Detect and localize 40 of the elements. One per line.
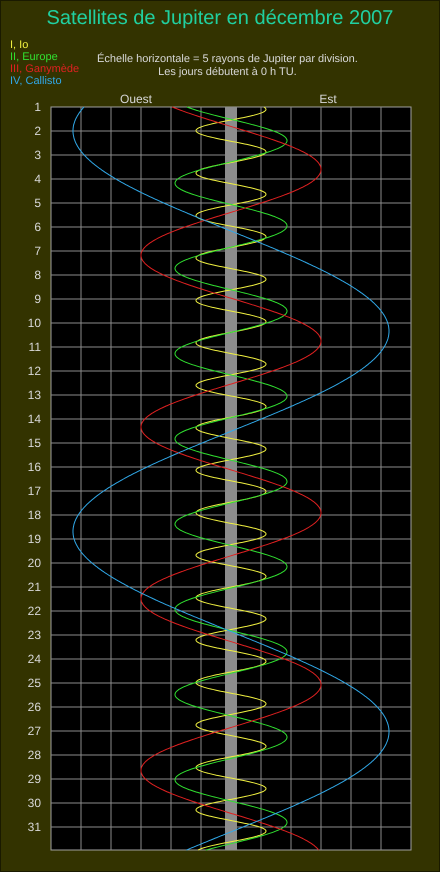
day-label: 23 (28, 628, 41, 642)
day-label: 21 (28, 580, 41, 594)
day-label: 26 (28, 700, 41, 714)
chart-title: Satellites de Jupiter en décembre 2007 (46, 6, 394, 31)
day-label: 2 (34, 124, 41, 138)
legend-item: IV, Callisto (10, 75, 63, 87)
axis-label: Ouest (120, 92, 152, 106)
legend-item: I, Io (10, 39, 30, 51)
day-label: 5 (34, 196, 41, 210)
day-label: 8 (34, 268, 41, 282)
day-label: 16 (28, 460, 41, 474)
day-label: 4 (34, 172, 41, 186)
day-label: 18 (28, 508, 41, 522)
legend-item: III, Ganymède (10, 63, 80, 75)
day-label: 3 (34, 148, 41, 162)
day-label: 7 (34, 244, 41, 258)
chart-note: Échelle horizontale = 5 rayons de Jupiter par division. (97, 53, 358, 66)
day-label: 28 (28, 748, 41, 762)
legend-item: II, Europe (10, 51, 59, 63)
day-label: 12 (28, 364, 41, 378)
day-label: 6 (34, 220, 41, 234)
day-label: 24 (28, 652, 41, 666)
axis-label: Est (319, 92, 337, 106)
day-label: 25 (28, 676, 41, 690)
day-label: 10 (28, 316, 41, 330)
day-label: 9 (34, 292, 41, 306)
day-label: 20 (28, 556, 41, 570)
day-label: 17 (28, 484, 41, 498)
day-label: 19 (28, 532, 41, 546)
chart-note: Les jours débutent à 0 h TU. (158, 66, 297, 79)
day-label: 31 (28, 820, 41, 834)
day-label: 15 (28, 436, 41, 450)
day-label: 11 (28, 340, 41, 354)
day-label: 13 (28, 388, 41, 402)
day-label: 14 (28, 412, 41, 426)
day-label: 1 (34, 100, 41, 114)
day-label: 30 (28, 796, 41, 810)
day-label: 29 (28, 772, 41, 786)
day-label: 22 (28, 604, 41, 618)
day-label: 27 (28, 724, 41, 738)
